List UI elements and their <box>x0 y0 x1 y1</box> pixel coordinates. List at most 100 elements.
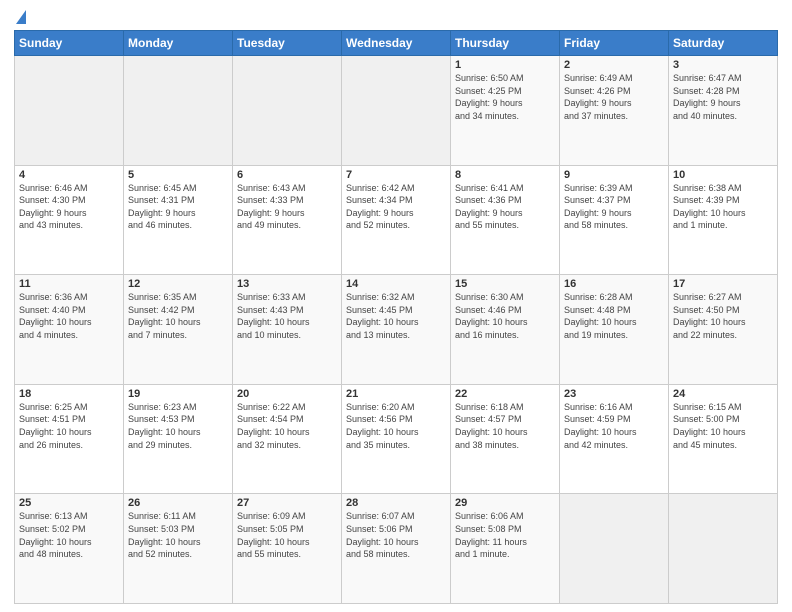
calendar-cell: 29Sunrise: 6:06 AMSunset: 5:08 PMDayligh… <box>451 494 560 604</box>
day-number: 14 <box>346 278 446 290</box>
weekday-header-friday: Friday <box>560 31 669 56</box>
calendar-cell: 22Sunrise: 6:18 AMSunset: 4:57 PMDayligh… <box>451 384 560 494</box>
day-number: 20 <box>237 388 337 400</box>
weekday-header-saturday: Saturday <box>669 31 778 56</box>
calendar-cell: 7Sunrise: 6:42 AMSunset: 4:34 PMDaylight… <box>342 165 451 275</box>
day-number: 8 <box>455 169 555 181</box>
calendar-cell: 3Sunrise: 6:47 AMSunset: 4:28 PMDaylight… <box>669 56 778 166</box>
calendar-cell: 19Sunrise: 6:23 AMSunset: 4:53 PMDayligh… <box>124 384 233 494</box>
day-info: Sunrise: 6:27 AMSunset: 4:50 PMDaylight:… <box>673 291 773 341</box>
calendar-week-4: 18Sunrise: 6:25 AMSunset: 4:51 PMDayligh… <box>15 384 778 494</box>
day-info: Sunrise: 6:42 AMSunset: 4:34 PMDaylight:… <box>346 182 446 232</box>
calendar-cell: 10Sunrise: 6:38 AMSunset: 4:39 PMDayligh… <box>669 165 778 275</box>
day-number: 1 <box>455 59 555 71</box>
calendar-week-5: 25Sunrise: 6:13 AMSunset: 5:02 PMDayligh… <box>15 494 778 604</box>
day-info: Sunrise: 6:16 AMSunset: 4:59 PMDaylight:… <box>564 401 664 451</box>
calendar-week-2: 4Sunrise: 6:46 AMSunset: 4:30 PMDaylight… <box>15 165 778 275</box>
day-info: Sunrise: 6:41 AMSunset: 4:36 PMDaylight:… <box>455 182 555 232</box>
calendar-cell: 8Sunrise: 6:41 AMSunset: 4:36 PMDaylight… <box>451 165 560 275</box>
day-info: Sunrise: 6:46 AMSunset: 4:30 PMDaylight:… <box>19 182 119 232</box>
day-info: Sunrise: 6:28 AMSunset: 4:48 PMDaylight:… <box>564 291 664 341</box>
day-info: Sunrise: 6:33 AMSunset: 4:43 PMDaylight:… <box>237 291 337 341</box>
calendar-cell: 2Sunrise: 6:49 AMSunset: 4:26 PMDaylight… <box>560 56 669 166</box>
day-info: Sunrise: 6:25 AMSunset: 4:51 PMDaylight:… <box>19 401 119 451</box>
calendar-cell: 15Sunrise: 6:30 AMSunset: 4:46 PMDayligh… <box>451 275 560 385</box>
calendar-cell <box>124 56 233 166</box>
calendar-cell: 28Sunrise: 6:07 AMSunset: 5:06 PMDayligh… <box>342 494 451 604</box>
calendar-cell <box>15 56 124 166</box>
day-number: 4 <box>19 169 119 181</box>
day-number: 13 <box>237 278 337 290</box>
day-number: 21 <box>346 388 446 400</box>
day-info: Sunrise: 6:43 AMSunset: 4:33 PMDaylight:… <box>237 182 337 232</box>
header <box>14 10 778 26</box>
day-info: Sunrise: 6:39 AMSunset: 4:37 PMDaylight:… <box>564 182 664 232</box>
day-info: Sunrise: 6:15 AMSunset: 5:00 PMDaylight:… <box>673 401 773 451</box>
day-info: Sunrise: 6:30 AMSunset: 4:46 PMDaylight:… <box>455 291 555 341</box>
calendar-cell: 4Sunrise: 6:46 AMSunset: 4:30 PMDaylight… <box>15 165 124 275</box>
weekday-header-monday: Monday <box>124 31 233 56</box>
day-number: 2 <box>564 59 664 71</box>
day-number: 3 <box>673 59 773 71</box>
logo-area <box>14 10 26 26</box>
weekday-header-wednesday: Wednesday <box>342 31 451 56</box>
calendar-cell: 17Sunrise: 6:27 AMSunset: 4:50 PMDayligh… <box>669 275 778 385</box>
day-number: 15 <box>455 278 555 290</box>
calendar-cell <box>669 494 778 604</box>
day-info: Sunrise: 6:13 AMSunset: 5:02 PMDaylight:… <box>19 510 119 560</box>
day-info: Sunrise: 6:20 AMSunset: 4:56 PMDaylight:… <box>346 401 446 451</box>
day-number: 28 <box>346 497 446 509</box>
day-info: Sunrise: 6:49 AMSunset: 4:26 PMDaylight:… <box>564 72 664 122</box>
day-info: Sunrise: 6:36 AMSunset: 4:40 PMDaylight:… <box>19 291 119 341</box>
day-info: Sunrise: 6:47 AMSunset: 4:28 PMDaylight:… <box>673 72 773 122</box>
calendar-week-1: 1Sunrise: 6:50 AMSunset: 4:25 PMDaylight… <box>15 56 778 166</box>
calendar-cell: 24Sunrise: 6:15 AMSunset: 5:00 PMDayligh… <box>669 384 778 494</box>
day-info: Sunrise: 6:32 AMSunset: 4:45 PMDaylight:… <box>346 291 446 341</box>
day-info: Sunrise: 6:23 AMSunset: 4:53 PMDaylight:… <box>128 401 228 451</box>
day-info: Sunrise: 6:22 AMSunset: 4:54 PMDaylight:… <box>237 401 337 451</box>
calendar-cell: 11Sunrise: 6:36 AMSunset: 4:40 PMDayligh… <box>15 275 124 385</box>
calendar-week-3: 11Sunrise: 6:36 AMSunset: 4:40 PMDayligh… <box>15 275 778 385</box>
day-number: 9 <box>564 169 664 181</box>
day-number: 18 <box>19 388 119 400</box>
logo <box>14 10 26 26</box>
day-number: 12 <box>128 278 228 290</box>
day-info: Sunrise: 6:35 AMSunset: 4:42 PMDaylight:… <box>128 291 228 341</box>
day-number: 10 <box>673 169 773 181</box>
calendar-cell <box>342 56 451 166</box>
calendar-cell: 12Sunrise: 6:35 AMSunset: 4:42 PMDayligh… <box>124 275 233 385</box>
day-number: 5 <box>128 169 228 181</box>
day-info: Sunrise: 6:18 AMSunset: 4:57 PMDaylight:… <box>455 401 555 451</box>
day-number: 22 <box>455 388 555 400</box>
day-info: Sunrise: 6:38 AMSunset: 4:39 PMDaylight:… <box>673 182 773 232</box>
day-number: 11 <box>19 278 119 290</box>
day-info: Sunrise: 6:07 AMSunset: 5:06 PMDaylight:… <box>346 510 446 560</box>
calendar-cell: 9Sunrise: 6:39 AMSunset: 4:37 PMDaylight… <box>560 165 669 275</box>
calendar-cell: 18Sunrise: 6:25 AMSunset: 4:51 PMDayligh… <box>15 384 124 494</box>
calendar-cell: 1Sunrise: 6:50 AMSunset: 4:25 PMDaylight… <box>451 56 560 166</box>
calendar-cell: 26Sunrise: 6:11 AMSunset: 5:03 PMDayligh… <box>124 494 233 604</box>
calendar-cell: 20Sunrise: 6:22 AMSunset: 4:54 PMDayligh… <box>233 384 342 494</box>
day-number: 7 <box>346 169 446 181</box>
calendar-header-row: SundayMondayTuesdayWednesdayThursdayFrid… <box>15 31 778 56</box>
day-number: 29 <box>455 497 555 509</box>
logo-triangle-icon <box>16 10 26 24</box>
day-number: 16 <box>564 278 664 290</box>
day-number: 27 <box>237 497 337 509</box>
calendar-cell: 16Sunrise: 6:28 AMSunset: 4:48 PMDayligh… <box>560 275 669 385</box>
calendar-cell: 23Sunrise: 6:16 AMSunset: 4:59 PMDayligh… <box>560 384 669 494</box>
day-number: 24 <box>673 388 773 400</box>
calendar-cell: 27Sunrise: 6:09 AMSunset: 5:05 PMDayligh… <box>233 494 342 604</box>
day-number: 23 <box>564 388 664 400</box>
day-info: Sunrise: 6:45 AMSunset: 4:31 PMDaylight:… <box>128 182 228 232</box>
calendar-cell: 5Sunrise: 6:45 AMSunset: 4:31 PMDaylight… <box>124 165 233 275</box>
calendar-cell: 6Sunrise: 6:43 AMSunset: 4:33 PMDaylight… <box>233 165 342 275</box>
day-info: Sunrise: 6:50 AMSunset: 4:25 PMDaylight:… <box>455 72 555 122</box>
calendar-table: SundayMondayTuesdayWednesdayThursdayFrid… <box>14 30 778 604</box>
calendar-cell: 13Sunrise: 6:33 AMSunset: 4:43 PMDayligh… <box>233 275 342 385</box>
day-number: 17 <box>673 278 773 290</box>
day-number: 6 <box>237 169 337 181</box>
calendar-page: SundayMondayTuesdayWednesdayThursdayFrid… <box>0 0 792 612</box>
weekday-header-tuesday: Tuesday <box>233 31 342 56</box>
calendar-cell: 25Sunrise: 6:13 AMSunset: 5:02 PMDayligh… <box>15 494 124 604</box>
